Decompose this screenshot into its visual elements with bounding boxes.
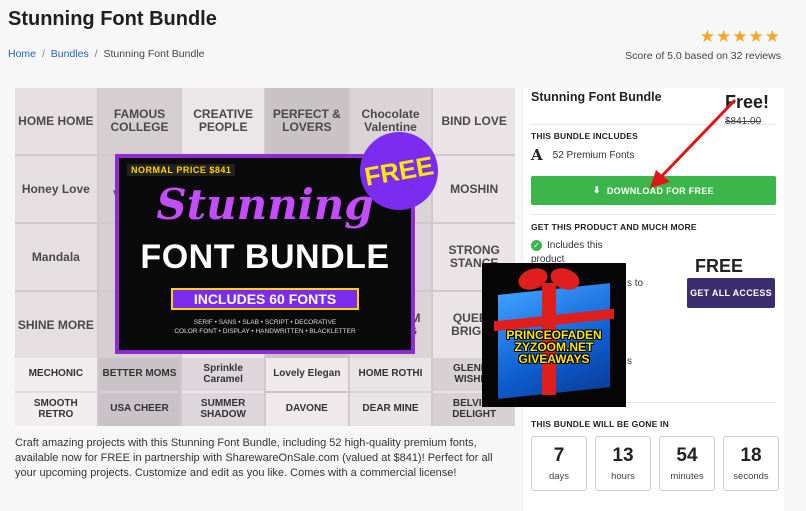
breadcrumb-separator: / — [41, 48, 45, 60]
check-icon: ✓ — [531, 240, 542, 251]
get-all-access-button[interactable]: GET ALL ACCESS — [687, 278, 775, 308]
font-preview-tile: CREATIVE PEOPLE — [182, 88, 264, 154]
countdown-unit: minutes — [670, 471, 704, 482]
product-description: Craft amazing projects with this Stunnin… — [15, 437, 493, 480]
hero-caption-line: COLOR FONT • DISPLAY • HANDWRITTEN • BLA… — [174, 328, 356, 335]
includes-row: ✓ Includes this — [531, 240, 603, 251]
font-preview-tile: SMOOTH RETRO — [15, 393, 97, 426]
download-button-label: DOWNLOAD FOR FREE — [606, 185, 714, 196]
countdown-value: 13 — [612, 445, 634, 466]
old-price: $841.00 — [725, 116, 762, 127]
font-preview-tile: Lovely Elegan — [265, 358, 348, 391]
countdown-seconds: 18 seconds — [723, 436, 779, 491]
download-for-free-button[interactable]: ⬇ DOWNLOAD FOR FREE — [531, 176, 776, 205]
divider — [531, 214, 776, 215]
font-preview-tile: MECHONIC — [15, 358, 97, 391]
bundle-includes-heading: THIS BUNDLE INCLUDES — [531, 131, 638, 141]
font-preview-tile: USA CHEER — [98, 393, 181, 426]
font-preview-tile: DEAR MINE — [349, 393, 432, 426]
fonts-count: 52 Premium Fonts — [552, 149, 635, 161]
countdown-unit: hours — [611, 471, 635, 482]
font-preview-bottom-row: MECHONIC BETTER MOMS Sprinkle Caramel Lovel… — [15, 358, 515, 426]
all-access-price: FREE — [695, 256, 744, 276]
font-preview-tile: MOSHIN — [433, 156, 515, 222]
countdown-days: 7 days — [531, 436, 587, 491]
countdown-hours: 13 hours — [595, 436, 651, 491]
hero-includes-banner: INCLUDES 60 FONTS — [171, 288, 359, 310]
partial-s-text: s — [627, 356, 632, 367]
font-preview-tile: HOME HOME — [15, 88, 97, 154]
countdown-value: 18 — [740, 445, 762, 466]
font-preview-tile: SHINE MORE — [15, 292, 97, 358]
countdown-minutes: 54 minutes — [659, 436, 715, 491]
free-badge-label: FREE — [362, 149, 436, 192]
page-title: Stunning Font Bundle — [8, 8, 217, 30]
font-preview-tile: HOME ROTHI — [349, 358, 432, 391]
rating: ★★★★★ Score of 5.0 based on 32 reviews — [625, 27, 781, 63]
hero-caption-line: SERIF • SANS • SLAB • SCRIPT • DECORATIV… — [193, 319, 337, 326]
font-preview-tile: Honey Love — [15, 156, 97, 222]
font-preview-tile: Mandala — [15, 224, 97, 290]
breadcrumb-home-link[interactable]: Home — [8, 48, 36, 60]
rating-stars-icon: ★★★★★ — [699, 27, 781, 46]
font-preview-tile: BIND LOVE — [433, 88, 515, 154]
breadcrumb: Home / Bundles / Stunning Font Bundle — [8, 48, 205, 60]
font-preview-tile: BETTER MOMS — [98, 358, 181, 391]
price-free-label: Free! — [725, 92, 770, 112]
breadcrumb-current: Stunning Font Bundle — [103, 48, 205, 60]
font-preview-tile: PERFECT & LOVERS — [265, 88, 348, 154]
giveaway-text: PRINCEOFADEN ZYZOOM.NET GIVEAWAYS — [482, 329, 626, 365]
breadcrumb-separator: / — [94, 48, 98, 60]
font-preview-tile: FAMOUS COLLEGE — [98, 88, 181, 154]
hero-subheadline: FONT BUNDLE — [140, 238, 390, 276]
more-heading: GET THIS PRODUCT AND MUCH MORE — [531, 222, 697, 232]
giveaway-overlay-image: PRINCEOFADEN ZYZOOM.NET GIVEAWAYS — [482, 263, 626, 407]
countdown-value: 7 — [553, 445, 565, 466]
countdown-timer: 7 days 13 hours 54 minutes 18 seconds — [531, 436, 779, 491]
font-preview-tile: DAVONE — [265, 393, 348, 426]
sidebar-title: Stunning Font Bundle — [531, 90, 662, 104]
hero-caption: SERIF • SANS • SLAB • SCRIPT • DECORATIV… — [119, 318, 411, 336]
fonts-count-row: A 52 Premium Fonts — [531, 146, 634, 164]
partial-to-text: s to — [627, 278, 644, 289]
countdown-unit: days — [548, 471, 570, 482]
giveaway-line: GIVEAWAYS — [518, 352, 590, 366]
countdown-value: 54 — [676, 445, 698, 466]
breadcrumb-bundles-link[interactable]: Bundles — [51, 48, 89, 60]
download-icon: ⬇ — [593, 185, 601, 195]
rating-score-text: Score of 5.0 based on 32 reviews — [625, 50, 781, 62]
includes-this-text: Includes this — [547, 240, 603, 251]
hero-normal-price: NORMAL PRICE $841 — [127, 164, 236, 176]
font-icon: A — [531, 146, 543, 164]
divider — [531, 124, 776, 125]
font-preview-tile: SUMMER SHADOW — [182, 393, 264, 426]
countdown-unit: seconds — [733, 471, 769, 482]
bundle-gone-heading: THIS BUNDLE WILL BE GONE IN — [531, 419, 669, 429]
font-preview-tile: Sprinkle Caramel — [182, 358, 264, 391]
product-image: HOME HOME FAMOUS COLLEGE CREATIVE PEOPLE PE… — [15, 88, 515, 426]
